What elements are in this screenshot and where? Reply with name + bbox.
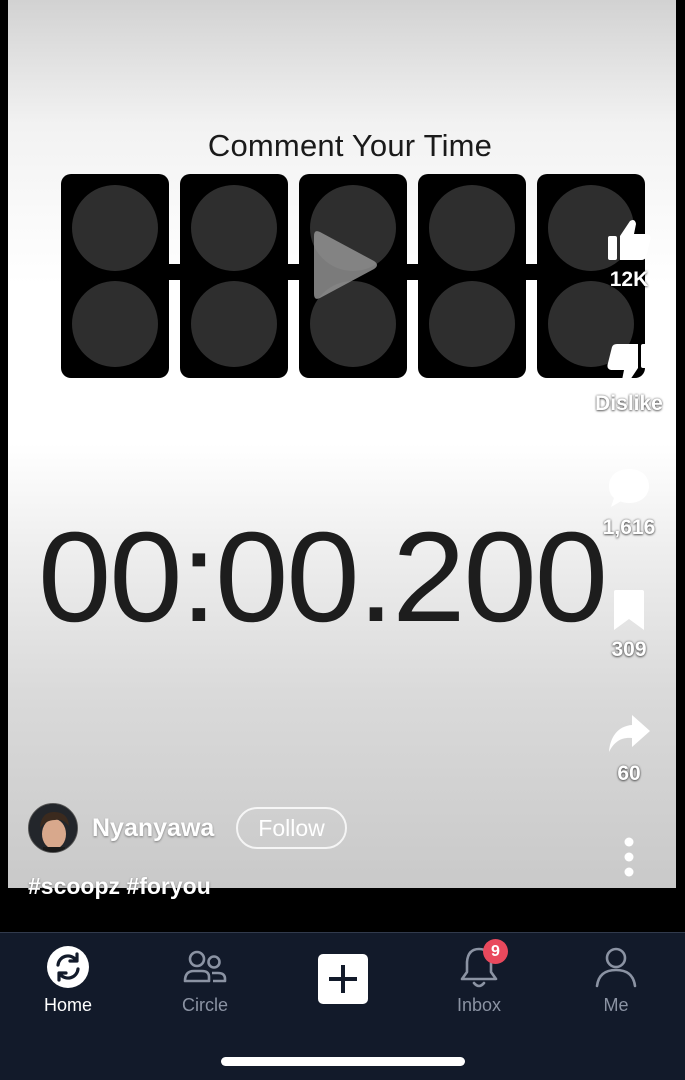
plus-icon [329,965,357,993]
nav-inbox-label: Inbox [456,995,502,1015]
video-caption[interactable]: #scoopz #foryou [28,873,211,900]
nav-circle[interactable]: Circle [145,945,265,1016]
light-bulb [191,185,277,271]
save-button[interactable]: 309 [590,588,668,662]
like-count: 12K [609,268,649,291]
action-rail: 12K Dislike 1,616 309 60 [590,0,668,888]
refresh-home-icon [47,946,89,988]
nav-home[interactable]: Home [8,945,128,1016]
home-indicator [221,1057,465,1066]
share-arrow-icon [609,715,650,752]
play-icon[interactable] [310,226,380,309]
save-count: 309 [611,638,647,661]
user-icon [595,947,637,988]
comment-count: 1,616 [602,516,656,539]
bookmark-icon [614,590,644,630]
creator-username[interactable]: Nyanyawa [92,814,214,843]
more-options-button[interactable] [590,836,668,878]
comment-button[interactable]: 1,616 [590,466,668,540]
nav-inbox[interactable]: 9 Inbox [419,939,539,1016]
light-box-4 [418,174,526,378]
light-box-1 [61,174,169,378]
video-player[interactable]: Comment Your Time 00:00.200 [8,0,676,888]
like-button[interactable]: 12K [590,218,668,292]
timer-text: 00:00.200 [38,506,608,649]
inbox-badge: 9 [483,939,508,964]
video-title-text: Comment Your Time [207,128,493,163]
share-count: 60 [617,762,641,785]
thumbs-up-icon [608,220,651,260]
light-box-2 [180,174,288,378]
more-vertical-icon [624,837,634,877]
nav-me-label: Me [603,995,629,1015]
dislike-label: Dislike [595,392,663,415]
speech-bubble-icon [609,469,649,507]
follow-button[interactable]: Follow [236,807,347,849]
light-bulb [191,281,277,367]
bottom-navigation: Home Circle 9 Inbox Me [0,932,685,1080]
light-bulb [429,281,515,367]
thumbs-down-icon [607,344,650,384]
light-bulb [429,185,515,271]
creator-row: Nyanyawa Follow [28,803,347,853]
light-bulb [72,185,158,271]
share-button[interactable]: 60 [590,712,668,786]
nav-me[interactable]: Me [556,945,676,1016]
dislike-button[interactable]: Dislike [590,342,668,416]
avatar[interactable] [28,803,78,853]
nav-home-label: Home [43,995,92,1015]
light-bulb [72,281,158,367]
people-icon [183,950,227,983]
create-button[interactable] [318,954,368,1004]
nav-circle-label: Circle [181,995,228,1015]
